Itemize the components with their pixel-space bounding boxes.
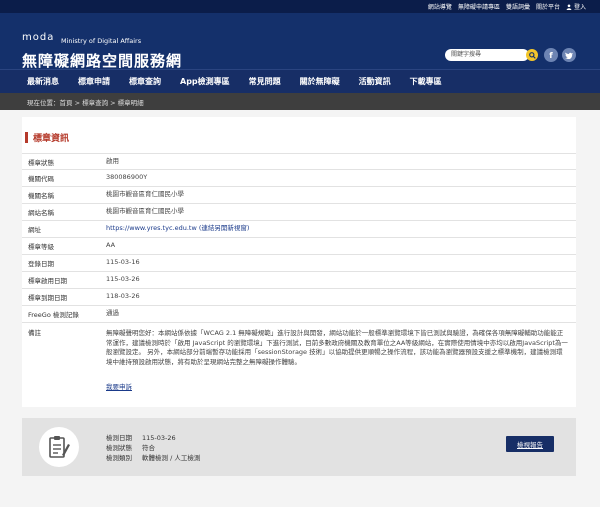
row-label: 登錄日期	[28, 260, 54, 268]
table-row-remarks: 備註 無障礙聲明您好：本網站係依據「WCAG 2.1 無障礙規範」進行設計與開發…	[22, 323, 576, 371]
search-icon	[528, 51, 536, 59]
inspection-icon-circle	[39, 427, 79, 467]
glossary-link[interactable]: 雙語詞彙	[506, 2, 530, 11]
nav-faq[interactable]: 常見問題	[249, 76, 281, 87]
login-label: 登入	[573, 4, 586, 11]
ministry-name: Ministry of Digital Affairs	[61, 37, 142, 45]
table-row: 網站名稱 桃園市觀音區育仁國民小學	[22, 204, 576, 221]
facebook-icon[interactable]: f	[544, 48, 558, 62]
table-row: 標章啟用日期 115-03-26	[22, 272, 576, 289]
nav-events[interactable]: 活動資訊	[359, 76, 391, 87]
row-value: 桃園市觀音區育仁國民小學	[106, 190, 184, 199]
table-row: 標章等級 AA	[22, 238, 576, 255]
inspection-type-label: 檢測類別	[106, 454, 132, 462]
nav-badge-application[interactable]: 標章申請	[78, 76, 110, 87]
search-input[interactable]: 關鍵字搜尋	[445, 49, 529, 61]
nav-about-accessibility[interactable]: 關於無障礙	[300, 76, 340, 87]
inspection-status: 符合	[142, 444, 155, 452]
site-map-link[interactable]: 網站導覽	[428, 2, 452, 11]
nav-app-testing[interactable]: App檢測專區	[180, 76, 230, 87]
badge-detail-card: 標章資訊 標章狀態 啟用 機關代碼 380086900Y 機關名稱 桃園市觀音區…	[22, 117, 576, 407]
login-link[interactable]: 登入	[566, 2, 586, 11]
table-row: 機關代碼 380086900Y	[22, 170, 576, 187]
inspection-date: 115-03-26	[142, 434, 176, 442]
site-header: moda Ministry of Digital Affairs 無障礙網路空間…	[0, 13, 600, 71]
table-row: 標章到期日期 118-03-26	[22, 289, 576, 306]
bird-icon	[565, 51, 573, 59]
user-icon	[566, 3, 572, 10]
row-label: 機關名稱	[28, 192, 54, 200]
twitter-icon[interactable]	[562, 48, 576, 62]
table-row: 網址 https://www.yres.tyc.edu.tw (連結另開新視窗)	[22, 221, 576, 238]
row-label: 標章到期日期	[28, 294, 67, 302]
remarks-text: 無障礙聲明您好：本網站係依據「WCAG 2.1 無障礙規範」進行設計與開發，網站…	[106, 329, 568, 366]
top-utility-bar: 網站導覽 無障礙申請專區 雙語詞彙 關於平台 登入	[0, 0, 600, 13]
inspection-status-row: 檢測狀態 符合	[106, 443, 200, 453]
row-value: 通過	[106, 309, 119, 318]
nav-badge-query[interactable]: 標章查詢	[129, 76, 161, 87]
row-label: 備註	[28, 329, 41, 337]
row-label: 機關代碼	[28, 175, 54, 183]
row-label: FreeGo 檢測記錄	[28, 311, 79, 319]
inspection-date-row: 檢測日期 115-03-26	[106, 433, 200, 443]
inspection-type: 軟體檢測 / 人工檢測	[142, 454, 201, 462]
row-label: 網站名稱	[28, 209, 54, 217]
site-title[interactable]: 無障礙網路空間服務網	[22, 50, 182, 71]
row-value: 桃園市觀音區育仁國民小學	[106, 207, 184, 216]
section-heading: 標章資訊	[25, 131, 69, 144]
row-label: 標章狀態	[28, 158, 54, 167]
inspection-date-label: 檢測日期	[106, 434, 132, 442]
inspection-details: 檢測日期 115-03-26 檢測狀態 符合 檢測類別 軟體檢測 / 人工檢測	[106, 433, 200, 463]
row-value: 380086900Y	[106, 173, 148, 182]
row-value: 115-03-26	[106, 275, 140, 284]
search-button[interactable]	[526, 49, 538, 61]
detail-table: 標章狀態 啟用 機關代碼 380086900Y 機關名稱 桃園市觀音區育仁國民小…	[22, 153, 576, 371]
row-value: AA	[106, 241, 116, 250]
row-value: 115-03-16	[106, 258, 140, 267]
inspection-status-label: 檢測狀態	[106, 444, 132, 452]
row-value: 啟用	[106, 156, 119, 165]
clipboard-pencil-icon	[49, 436, 70, 458]
table-row: FreeGo 檢測記錄 通過	[22, 306, 576, 323]
website-url-link[interactable]: https://www.yres.tyc.edu.tw (連結另開新視窗)	[106, 224, 249, 232]
row-label: 標章啟用日期	[28, 277, 67, 285]
accessibility-application-link[interactable]: 無障礙申請專區	[458, 2, 500, 11]
view-report-button[interactable]: 檢視報告	[506, 436, 554, 452]
row-label: 網址	[28, 226, 41, 234]
moda-logo[interactable]: moda	[22, 32, 54, 43]
row-value: 118-03-26	[106, 292, 140, 301]
nav-latest-news[interactable]: 最新消息	[27, 76, 59, 87]
main-navigation: 最新消息 標章申請 標章查詢 App檢測專區 常見問題 關於無障礙 活動資訊 下…	[0, 69, 600, 93]
table-row: 登錄日期 115-03-16	[22, 255, 576, 272]
table-row: 標章狀態 啟用	[22, 153, 576, 170]
heading-accent-bar	[25, 132, 28, 143]
row-label: 標章等級	[28, 243, 54, 251]
inspection-type-row: 檢測類別 軟體檢測 / 人工檢測	[106, 453, 200, 463]
nav-downloads[interactable]: 下載專區	[410, 76, 442, 87]
about-platform-link[interactable]: 關於平台	[536, 2, 560, 11]
table-row: 機關名稱 桃園市觀音區育仁國民小學	[22, 187, 576, 204]
section-title: 標章資訊	[33, 134, 70, 144]
inspection-card: 檢測日期 115-03-26 檢測狀態 符合 檢測類別 軟體檢測 / 人工檢測 檢視報…	[22, 418, 576, 476]
complaint-link[interactable]: 我要申訴	[106, 381, 132, 391]
breadcrumb: 現在位置：首頁 > 標章查詢 > 標章明細	[0, 93, 600, 110]
